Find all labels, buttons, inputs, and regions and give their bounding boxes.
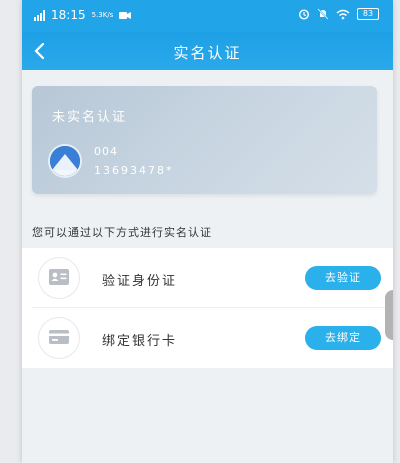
id-card-icon — [38, 257, 80, 299]
card-username: 004 — [94, 145, 118, 158]
page-title: 实名认证 — [173, 44, 242, 62]
card-phone: 13693478* — [94, 164, 174, 177]
auth-method-list: 验证身份证 去验证 绑定银行卡 去绑定 — [22, 248, 393, 368]
signal-icon — [34, 9, 45, 21]
mute-icon — [317, 8, 329, 20]
video-icon — [119, 11, 132, 19]
wifi-icon — [336, 9, 350, 19]
edge-handle[interactable] — [385, 290, 393, 340]
content-background — [22, 368, 393, 463]
bank-card-icon — [38, 317, 80, 359]
hint-text: 您可以通过以下方式进行实名认证 — [32, 226, 212, 239]
list-item-bank-card[interactable]: 绑定银行卡 去绑定 — [22, 308, 393, 368]
status-time: 18:15 — [51, 8, 86, 22]
phone-screen: 18:15 5.3K/s 83 实名认证 未实名认证 004 13693478*… — [22, 0, 393, 463]
avatar — [48, 144, 82, 178]
status-left: 18:15 5.3K/s — [34, 8, 132, 22]
bank-card-label: 绑定银行卡 — [102, 334, 178, 349]
nav-bar: 实名认证 — [22, 32, 393, 70]
id-card-label: 验证身份证 — [102, 274, 178, 289]
status-bar: 18:15 5.3K/s 83 — [22, 0, 393, 32]
verify-id-button[interactable]: 去验证 — [305, 266, 381, 290]
battery-icon: 83 — [357, 8, 379, 20]
auth-status-card: 未实名认证 004 13693478* — [32, 86, 377, 194]
status-right: 83 — [298, 8, 379, 20]
alarm-icon — [298, 9, 310, 20]
network-speed: 5.3K/s — [91, 11, 114, 19]
list-item-id-card[interactable]: 验证身份证 去验证 — [22, 248, 393, 308]
card-title: 未实名认证 — [52, 110, 128, 125]
bind-bank-button[interactable]: 去绑定 — [305, 326, 381, 350]
